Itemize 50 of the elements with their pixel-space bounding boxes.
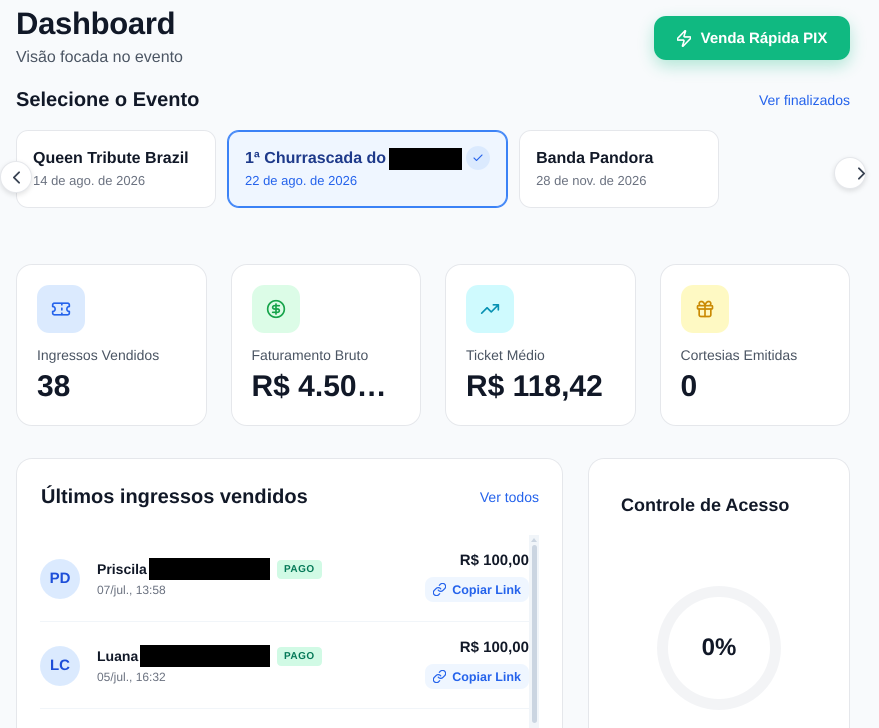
lightning-icon (676, 30, 691, 46)
sale-amount: R$ 100,00 (460, 638, 529, 658)
buyer-name: Luana (97, 647, 138, 666)
section-title: Selecione o Evento (16, 88, 200, 113)
page-title: Dashboard (16, 5, 176, 43)
avatar-initials: LC (40, 646, 80, 686)
event-title: 1ª Churrascada do (245, 149, 386, 169)
event-card[interactable]: Banda Pandora 28 de nov. de 2026 (519, 130, 720, 208)
check-icon (466, 146, 490, 170)
copy-link-button[interactable]: Copiar Link (425, 664, 529, 689)
gift-icon (680, 285, 728, 333)
panel-title: Controle de Acesso (621, 494, 790, 517)
status-badge: PAGO (277, 646, 322, 666)
event-date: 28 de nov. de 2026 (536, 172, 648, 190)
previous-button[interactable] (0, 161, 32, 193)
chevron-right-icon (858, 166, 865, 180)
chevron-left-icon (12, 170, 20, 184)
stat-label: Ingressos Vendidos (37, 346, 160, 365)
progress-reading: 0% (702, 633, 736, 663)
event-date: 14 de ago. de 2026 (33, 172, 146, 190)
copy-link-button[interactable]: Copiar Link (425, 577, 529, 602)
event-card[interactable]: 1ª Churrascada do 22 de ago. de 2026 (227, 130, 508, 208)
stat-label: Cortesias Emitidas (680, 346, 798, 365)
trending-up-icon (466, 285, 514, 333)
ticket-icon (37, 285, 85, 333)
view-finished-link[interactable]: Ver finalizados (758, 92, 850, 108)
stat-value: R$ 4.50… (252, 369, 387, 405)
stat-value: 0 (680, 369, 698, 405)
event-title: Banda Pandora (536, 149, 654, 169)
event-title: Queen Tribute Brazil (33, 149, 189, 169)
status-badge: PAGO (277, 560, 322, 578)
sale-date: 07/jul., 13:58 (97, 582, 167, 599)
page-subtitle: Visão focada no evento (16, 48, 183, 68)
view-all-link[interactable]: Ver todos (480, 489, 539, 505)
panel-title: Últimos ingressos vendidos (41, 484, 308, 510)
scrollbar[interactable] (529, 535, 539, 728)
event-card[interactable]: Queen Tribute Brazil 14 de ago. de 2026 (16, 130, 216, 208)
stat-value: 38 (37, 369, 70, 405)
stat-label: Ticket Médio (466, 346, 545, 365)
buyer-name: Priscila (97, 560, 147, 579)
stat-value: R$ 118,42 (466, 369, 603, 405)
link-icon (433, 583, 446, 596)
dollar-coin-icon (252, 285, 300, 333)
avatar-initials: PD (40, 558, 80, 598)
next-button[interactable] (834, 157, 866, 189)
event-date: 22 de ago. de 2026 (245, 172, 358, 190)
sale-amount: R$ 100,00 (460, 551, 529, 571)
link-icon (433, 670, 446, 683)
sale-date: 05/jul., 16:32 (97, 669, 167, 686)
stat-label: Faturamento Bruto (252, 346, 368, 365)
